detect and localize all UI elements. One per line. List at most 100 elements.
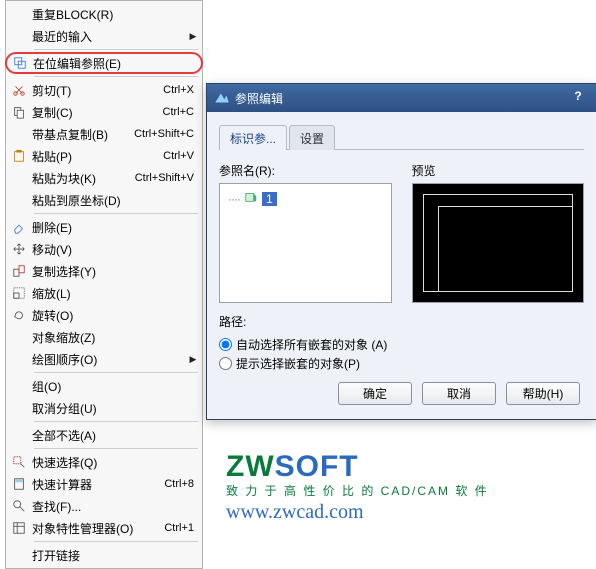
- rotate-icon: [6, 308, 32, 322]
- shortcut: Ctrl+Shift+V: [135, 172, 198, 184]
- menu-label: 粘贴(P): [32, 148, 163, 165]
- ok-button[interactable]: 确定: [338, 382, 412, 405]
- nesting-radio-group: 自动选择所有嵌套的对象 (A) 提示选择嵌套的对象(P): [219, 336, 584, 372]
- titlebar-help-button[interactable]: ?: [566, 89, 590, 107]
- menu-draw-order[interactable]: 绘图顺序(O)▶: [6, 348, 202, 370]
- dialog-title: 参照编辑: [231, 90, 566, 107]
- radio-input[interactable]: [219, 338, 232, 351]
- separator: [34, 421, 198, 422]
- reference-edit-dialog: 参照编辑 ? 标识参... 设置 参照名(R): ···· 1 预览: [206, 83, 596, 420]
- brand-tagline: 致 力 于 高 性 价 比 的 CAD/CAM 软 件: [226, 482, 489, 499]
- edit-ref-icon: [7, 56, 33, 70]
- path-label: 路径:: [219, 313, 584, 330]
- help-button[interactable]: 帮助(H): [506, 382, 580, 405]
- brand-soft: SOFT: [275, 450, 359, 483]
- shortcut: Ctrl+C: [163, 106, 198, 118]
- radio-auto-select-nested[interactable]: 自动选择所有嵌套的对象 (A): [219, 336, 584, 353]
- move-icon: [6, 242, 32, 256]
- menu-quick-calculator[interactable]: 快速计算器Ctrl+8: [6, 473, 202, 495]
- reference-tree[interactable]: ···· 1: [219, 183, 392, 303]
- menu-group[interactable]: 组(O): [6, 375, 202, 397]
- shortcut: Ctrl+X: [163, 84, 198, 96]
- menu-paste-to-original-coords[interactable]: 粘贴到原坐标(D): [6, 189, 202, 211]
- menu-copy-with-basepoint[interactable]: 带基点复制(B)Ctrl+Shift+C: [6, 123, 202, 145]
- preview-shape-inner: [438, 206, 574, 292]
- submenu-arrow-icon: ▶: [188, 354, 198, 365]
- brand-url: www.zwcad.com: [226, 501, 489, 524]
- menu-label: 旋转(O): [32, 307, 188, 324]
- menu-open-link[interactable]: 打开链接: [6, 544, 202, 566]
- copy-icon: [6, 105, 32, 119]
- menu-label: 复制(C): [32, 104, 163, 121]
- separator: [34, 213, 198, 214]
- titlebar[interactable]: 参照编辑 ?: [207, 84, 596, 112]
- menu-label: 组(O): [32, 378, 188, 395]
- shortcut: Ctrl+1: [164, 522, 198, 534]
- menu-deselect-all[interactable]: 全部不选(A): [6, 424, 202, 446]
- menu-repeat-block[interactable]: 重复BLOCK(R): [6, 3, 202, 25]
- eraser-icon: [6, 220, 32, 234]
- calculator-icon: [6, 477, 32, 491]
- shortcut: Ctrl+V: [163, 150, 198, 162]
- menu-copy-selection[interactable]: 复制选择(Y): [6, 260, 202, 282]
- menu-label: 查找(F)...: [32, 498, 188, 515]
- menu-find[interactable]: 查找(F)...: [6, 495, 202, 517]
- separator: [34, 76, 198, 77]
- menu-label: 缩放(L): [32, 285, 188, 302]
- menu-copy[interactable]: 复制(C)Ctrl+C: [6, 101, 202, 123]
- separator: [34, 541, 198, 542]
- tab-settings[interactable]: 设置: [289, 125, 335, 150]
- shortcut: Ctrl+8: [164, 478, 198, 490]
- brand-wordmark: ZWSOFT: [226, 450, 489, 484]
- paste-icon: [6, 149, 32, 163]
- menu-label: 绘图顺序(O): [32, 351, 188, 368]
- menu-paste-as-block[interactable]: 粘贴为块(K)Ctrl+Shift+V: [6, 167, 202, 189]
- zwsoft-logo: ZWSOFT 致 力 于 高 性 价 比 的 CAD/CAM 软 件 www.z…: [226, 450, 489, 524]
- menu-paste[interactable]: 粘贴(P)Ctrl+V: [6, 145, 202, 167]
- preview-pane: [412, 183, 585, 303]
- menu-quick-select[interactable]: 快速选择(Q): [6, 451, 202, 473]
- tree-connector-icon: ····: [228, 192, 240, 206]
- menu-label: 对象缩放(Z): [32, 329, 188, 346]
- menu-label: 快速选择(Q): [32, 454, 188, 471]
- menu-label: 复制选择(Y): [32, 263, 188, 280]
- radio-prompt-select-nested[interactable]: 提示选择嵌套的对象(P): [219, 355, 584, 372]
- menu-label: 带基点复制(B): [32, 126, 134, 143]
- menu-label: 全部不选(A): [32, 427, 188, 444]
- app-icon: [213, 89, 231, 107]
- menu-edit-reference-inplace[interactable]: 在位编辑参照(E): [5, 52, 203, 74]
- brand-zw: ZW: [226, 450, 275, 483]
- radio-label: 提示选择嵌套的对象(P): [236, 355, 360, 372]
- cancel-button[interactable]: 取消: [422, 382, 496, 405]
- menu-label: 在位编辑参照(E): [33, 55, 187, 72]
- menu-cut[interactable]: 剪切(T)Ctrl+X: [6, 79, 202, 101]
- block-icon: [244, 190, 258, 207]
- copy-selection-icon: [6, 264, 32, 278]
- menu-ungroup[interactable]: 取消分组(U): [6, 397, 202, 419]
- scale-icon: [6, 286, 32, 300]
- tab-identify-reference[interactable]: 标识参...: [219, 125, 287, 150]
- separator: [34, 448, 198, 449]
- reference-name-label: 参照名(R):: [219, 162, 392, 179]
- find-icon: [6, 499, 32, 513]
- menu-scale[interactable]: 缩放(L): [6, 282, 202, 304]
- menu-label: 最近的输入: [32, 28, 188, 45]
- tree-node[interactable]: ···· 1: [228, 190, 383, 207]
- menu-recent-input[interactable]: 最近的输入▶: [6, 25, 202, 47]
- menu-label: 快速计算器: [32, 476, 164, 493]
- menu-object-zoom[interactable]: 对象缩放(Z): [6, 326, 202, 348]
- radio-input[interactable]: [219, 357, 232, 370]
- menu-properties[interactable]: 对象特性管理器(O)Ctrl+1: [6, 517, 202, 539]
- menu-delete[interactable]: 删除(E): [6, 216, 202, 238]
- menu-label: 粘贴为块(K): [32, 170, 135, 187]
- menu-rotate[interactable]: 旋转(O): [6, 304, 202, 326]
- menu-label: 剪切(T): [32, 82, 163, 99]
- tab-strip: 标识参... 设置: [219, 124, 584, 150]
- radio-label: 自动选择所有嵌套的对象 (A): [236, 336, 387, 353]
- submenu-arrow-icon: ▶: [188, 31, 198, 42]
- separator: [34, 372, 198, 373]
- menu-label: 取消分组(U): [32, 400, 188, 417]
- menu-move[interactable]: 移动(V): [6, 238, 202, 260]
- menu-label: 粘贴到原坐标(D): [32, 192, 188, 209]
- scissors-icon: [6, 83, 32, 97]
